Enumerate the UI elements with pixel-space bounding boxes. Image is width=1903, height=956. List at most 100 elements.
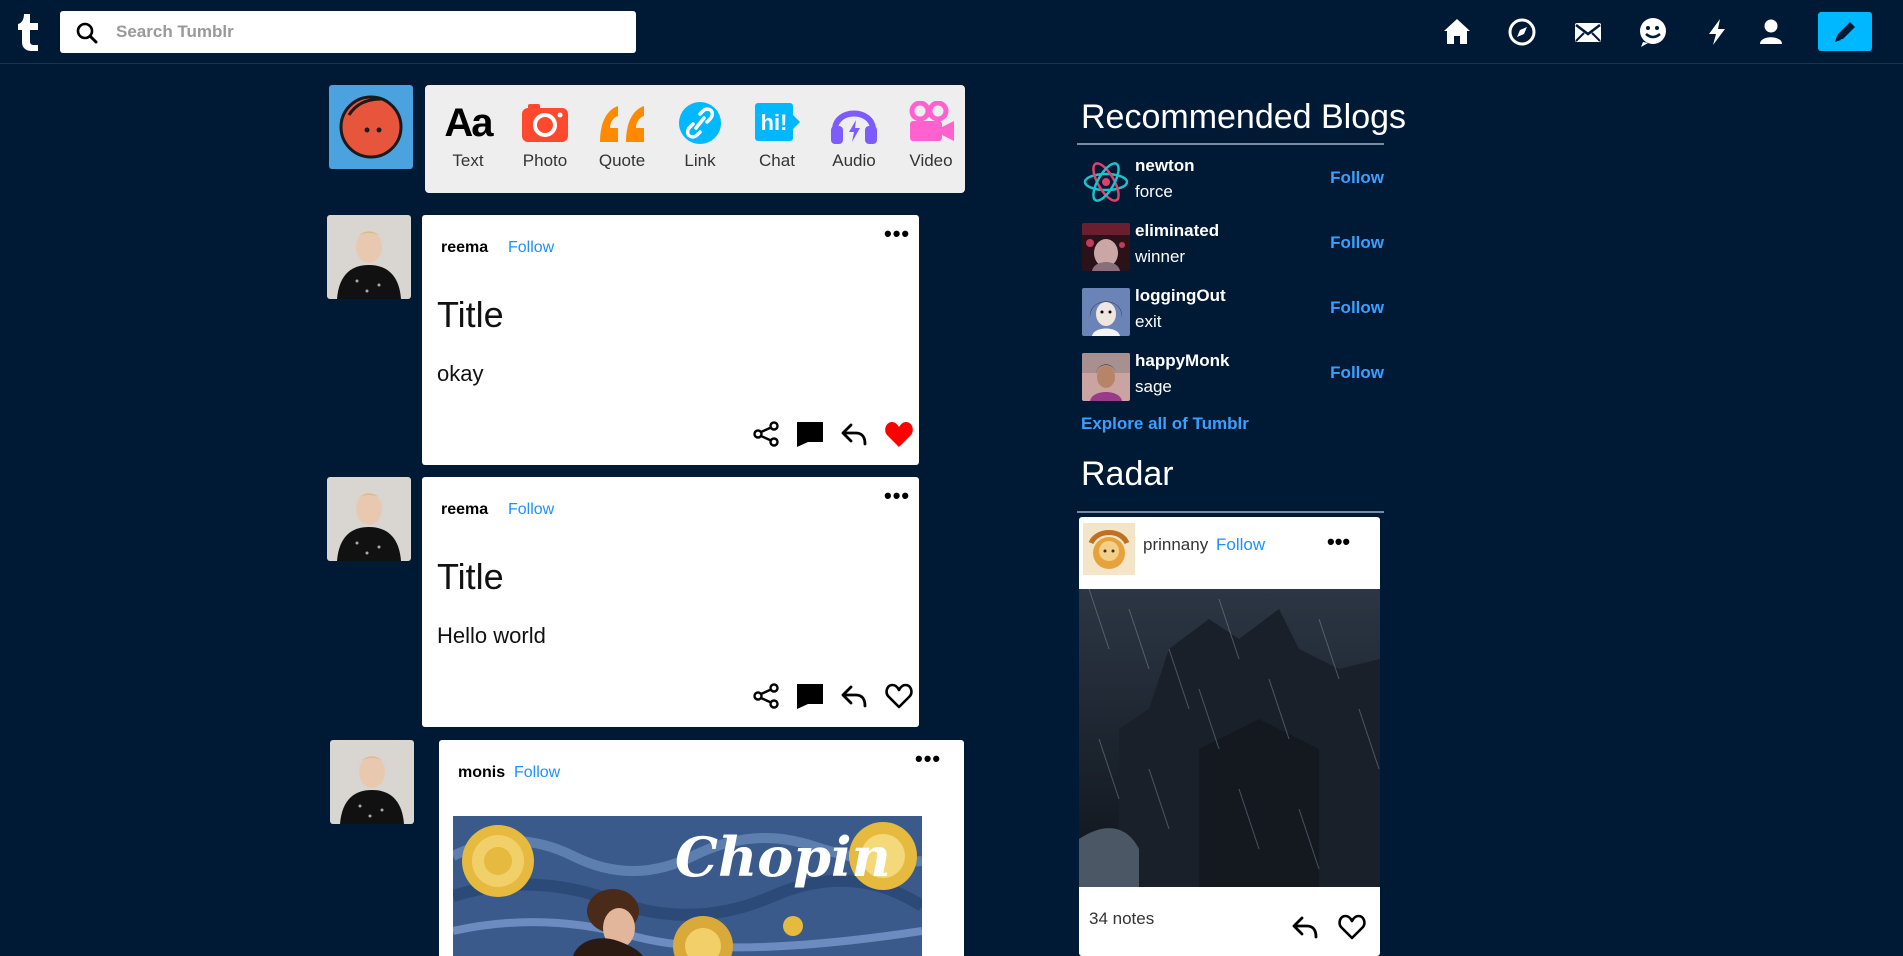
blog-name: loggingOut [1135,286,1226,305]
chat-icon: hi! [755,103,800,141]
post-card: reema Follow ••• Title Hello world [422,477,919,727]
rainy-castle-image [1079,588,1380,887]
more-options-icon[interactable]: ••• [915,746,941,772]
share-icon[interactable] [752,682,780,710]
post-image[interactable]: Chopin [453,816,922,956]
post-type-chat[interactable]: hi! Chat [742,99,812,179]
reply-icon[interactable] [796,420,824,448]
reblog-icon[interactable] [840,682,868,710]
reblog-icon[interactable] [840,420,868,448]
follow-button[interactable]: Follow [1330,298,1384,318]
radar-blog-avatar[interactable] [1083,523,1135,575]
more-options-icon[interactable]: ••• [884,221,910,247]
blog-name: happyMonk [1135,351,1230,370]
inbox-icon[interactable] [1572,16,1604,48]
post-blog-name[interactable]: monis [458,764,505,782]
notes-count[interactable]: 34 notes [1089,909,1154,929]
reply-icon[interactable] [796,682,824,710]
avatar-image [327,477,411,561]
section-divider [1077,143,1384,145]
blog-avatar [1082,158,1130,206]
recommended-blog-item[interactable]: loggingOut exit Follow [1082,282,1384,338]
blog-title: sage [1135,377,1172,396]
follow-button[interactable]: Follow [1330,363,1384,383]
blog-title: force [1135,182,1173,201]
headphones-icon [831,110,877,144]
post-body: Hello world [437,623,546,648]
post-type-video[interactable]: Video [896,99,966,179]
blog-name: newton [1135,156,1195,175]
compose-button[interactable] [1818,12,1872,51]
post-actions [752,420,914,448]
post-author-avatar[interactable] [327,477,411,561]
search-input[interactable] [116,11,616,53]
text-icon: Aa [444,100,493,145]
messages-icon[interactable] [1637,16,1669,48]
blog-avatar [1082,223,1130,271]
section-divider [1077,511,1384,513]
blog-name: eliminated [1135,221,1220,240]
account-icon[interactable] [1755,16,1787,48]
like-icon[interactable] [1337,913,1367,941]
explore-icon[interactable] [1506,16,1538,48]
activity-icon[interactable] [1701,16,1733,48]
recommended-blog-item[interactable]: newton force Follow [1082,152,1384,208]
post-type-photo[interactable]: Photo [510,99,580,179]
follow-button[interactable]: Follow [1330,233,1384,253]
follow-button[interactable]: Follow [1216,535,1265,555]
radar-blog-name[interactable]: prinnany [1143,535,1208,555]
like-icon[interactable] [884,682,914,710]
blog-avatar [1082,353,1130,401]
blog-title: exit [1135,312,1162,331]
camera-icon [522,104,568,142]
post-type-bar: Aa Text Photo Quote Link hi! Chat Audio … [425,85,965,193]
search-bar[interactable] [60,11,636,53]
share-icon[interactable] [752,420,780,448]
reblog-icon[interactable] [1291,913,1319,941]
post-blog-name[interactable]: reema [441,239,488,257]
like-icon-filled[interactable] [884,420,914,448]
post-type-text[interactable]: Aa Text [433,99,503,179]
home-icon[interactable] [1441,16,1473,48]
my-avatar[interactable] [329,85,413,169]
post-author-avatar[interactable] [327,215,411,299]
atom-icon [1082,158,1130,206]
follow-button[interactable]: Follow [508,501,554,519]
follow-button[interactable]: Follow [508,239,554,257]
more-options-icon[interactable]: ••• [884,483,910,509]
top-nav-bar [0,0,1903,64]
recommended-blog-item[interactable]: happyMonk sage Follow [1082,347,1384,403]
follow-button[interactable]: Follow [514,764,560,782]
recommended-blog-item[interactable]: eliminated winner Follow [1082,217,1384,273]
video-icon [909,101,954,141]
post-card: monis Follow ••• Chopin [439,740,964,956]
avatar-image [330,740,414,824]
post-title: Title [437,294,504,335]
post-body: okay [437,361,484,386]
avatar-image [339,95,403,159]
pencil-icon [1835,22,1855,42]
post-type-link[interactable]: Link [665,99,735,179]
blog-title: winner [1135,247,1186,266]
radar-actions [1291,913,1367,941]
blog-avatar [1082,288,1130,336]
recommended-blogs-title: Recommended Blogs [1081,98,1407,136]
starry-night-image: Chopin [453,816,922,956]
post-actions [752,682,914,710]
radar-post-card: prinnany Follow ••• 34 notes [1079,517,1380,956]
chopin-text: Chopin [675,825,891,889]
follow-button[interactable]: Follow [1330,168,1384,188]
tumblr-logo[interactable] [16,12,44,52]
post-type-quote[interactable]: Quote [587,99,657,179]
post-type-audio[interactable]: Audio [819,99,889,179]
avatar-image [327,215,411,299]
radar-post-image[interactable] [1079,588,1380,887]
post-author-avatar[interactable] [330,740,414,824]
post-blog-name[interactable]: reema [441,501,488,519]
more-options-icon[interactable]: ••• [1327,529,1350,555]
quote-icon [600,106,644,142]
link-icon [679,102,721,144]
svg-text:hi!: hi! [761,110,788,135]
radar-title: Radar [1081,455,1174,493]
explore-all-link[interactable]: Explore all of Tumblr [1081,414,1249,434]
